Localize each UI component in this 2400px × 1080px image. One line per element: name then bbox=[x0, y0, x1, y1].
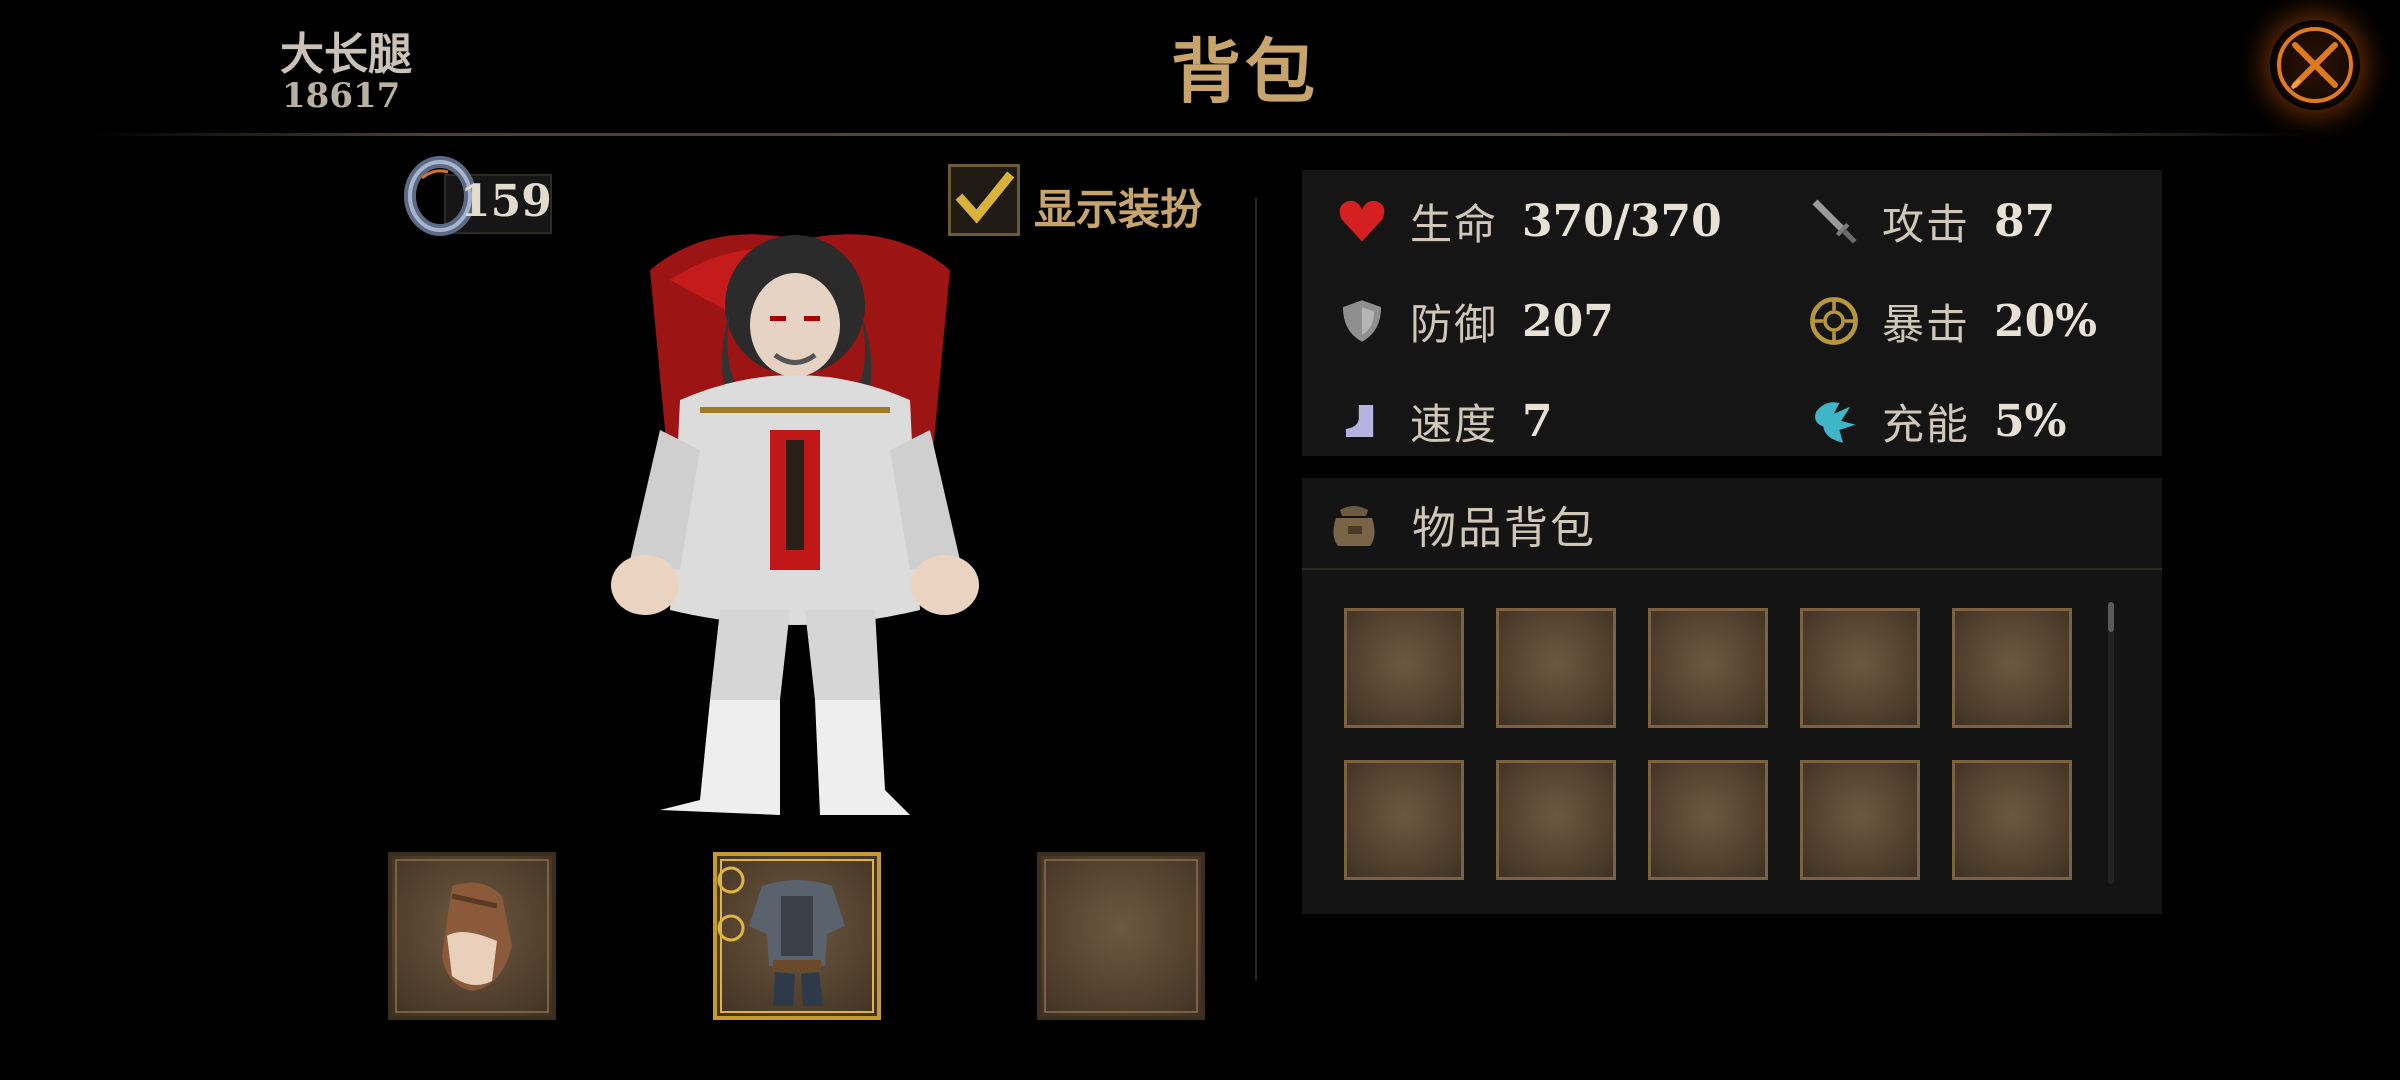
costume-label: 显示装扮 bbox=[1034, 185, 1203, 234]
bag-icon bbox=[1333, 506, 1375, 546]
inventory-scrollbar[interactable] bbox=[2108, 602, 2114, 884]
page-title: 背包 bbox=[1171, 30, 1319, 113]
inventory-slot[interactable] bbox=[1344, 760, 1464, 880]
character-model[interactable] bbox=[590, 230, 1010, 820]
armor-icon bbox=[717, 866, 845, 1006]
inventory-slot[interactable] bbox=[1952, 608, 2072, 728]
close-button[interactable] bbox=[2270, 20, 2360, 110]
inventory-header: 物品背包 bbox=[1302, 478, 2162, 570]
stat-hp: 生命 370/370 bbox=[1332, 186, 1722, 256]
stat-energy: 充能 5% bbox=[1804, 386, 2066, 456]
equipment-slot-armor[interactable] bbox=[713, 852, 881, 1020]
inventory-title: 物品背包 bbox=[1412, 503, 1596, 554]
header-divider bbox=[90, 133, 2310, 136]
shield-icon bbox=[1332, 291, 1392, 351]
inventory-slot[interactable] bbox=[1648, 608, 1768, 728]
stat-defense: 防御 207 bbox=[1332, 286, 1614, 356]
currency-value: 159 bbox=[460, 176, 552, 227]
costume-checkbox[interactable] bbox=[948, 164, 1020, 236]
equipment-slot-gloves[interactable] bbox=[388, 852, 556, 1020]
scroll-thumb[interactable] bbox=[2108, 602, 2114, 632]
sword-icon bbox=[1804, 191, 1864, 251]
inventory-slot[interactable] bbox=[1496, 760, 1616, 880]
inventory-slot[interactable] bbox=[1496, 608, 1616, 728]
inventory-slot[interactable] bbox=[1800, 608, 1920, 728]
boot-icon bbox=[1332, 391, 1392, 451]
stat-attack: 攻击 87 bbox=[1804, 186, 2055, 256]
panel-divider bbox=[1255, 198, 1257, 980]
heart-icon bbox=[1332, 191, 1392, 251]
checkmark-icon bbox=[955, 171, 1015, 224]
crit-icon bbox=[1804, 291, 1864, 351]
energy-icon bbox=[1804, 391, 1864, 451]
inventory-slot[interactable] bbox=[1952, 760, 2072, 880]
stats-panel: 生命 370/370 攻击 87 防御 207 暴击 20% 速度 7 充能 5… bbox=[1302, 170, 2162, 456]
close-icon bbox=[2277, 27, 2353, 103]
stat-speed: 速度 7 bbox=[1332, 386, 1553, 456]
inventory-slot[interactable] bbox=[1344, 608, 1464, 728]
inventory-panel: 物品背包 bbox=[1302, 478, 2162, 914]
inventory-slot[interactable] bbox=[1800, 760, 1920, 880]
gauntlet-icon bbox=[442, 882, 512, 991]
stat-crit: 暴击 20% bbox=[1804, 286, 2097, 356]
equipment-slot-empty[interactable] bbox=[1037, 852, 1205, 1020]
inventory-slot[interactable] bbox=[1648, 760, 1768, 880]
